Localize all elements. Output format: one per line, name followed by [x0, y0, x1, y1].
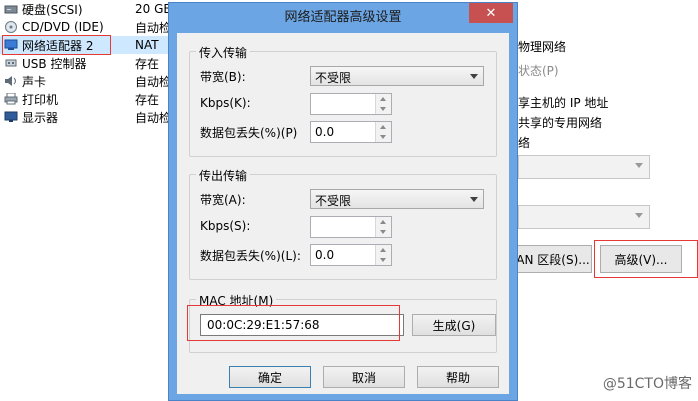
device-summary: 存在 [135, 56, 160, 71]
incoming-bandwidth-value: 不受限 [315, 71, 352, 85]
chevron-down-icon [470, 197, 478, 202]
network-advanced-dialog: 网络适配器高级设置 ✕ 传入传输 带宽(B): 不受限 Kbps(K): 数据包… [168, 2, 518, 401]
spin-down-icon[interactable] [376, 132, 391, 142]
device-summary: 自动检 [135, 20, 172, 35]
chevron-down-icon [635, 163, 643, 168]
device-name: USB 控制器 [22, 56, 87, 71]
chevron-down-icon [635, 213, 643, 218]
incoming-loss-label: 数据包丢失(%)(P) [200, 126, 298, 140]
incoming-group: 传入传输 带宽(B): 不受限 Kbps(K): 数据包丢失(%)(P) 0.0 [189, 44, 497, 157]
device-row-printer[interactable]: 打印机 存在 [0, 90, 178, 108]
device-name: 硬盘(SCSI) [22, 2, 83, 17]
outgoing-bandwidth-value: 不受限 [315, 194, 352, 208]
cd-dvd-icon [5, 21, 17, 33]
incoming-loss-value: 0.0 [315, 125, 335, 139]
incoming-legend: 传入传输 [196, 44, 251, 61]
outgoing-loss-value: 0.0 [315, 248, 335, 262]
device-row-display[interactable]: 显示器 自动检 [0, 108, 178, 126]
help-button[interactable]: 帮助 [417, 366, 499, 388]
device-name: 打印机 [22, 92, 59, 107]
spin-down-icon[interactable] [376, 227, 391, 237]
close-icon: ✕ [485, 5, 497, 21]
cancel-button[interactable]: 取消 [323, 366, 405, 388]
close-button[interactable]: ✕ [469, 3, 513, 23]
network-combo-1[interactable] [518, 155, 650, 179]
printer-icon [4, 93, 18, 105]
network-combo-2[interactable] [518, 205, 650, 229]
dialog-title: 网络适配器高级设置 [284, 10, 402, 25]
usb-controller-icon [5, 59, 17, 67]
highlight-box-network-adapter [2, 35, 111, 55]
chevron-down-icon [470, 74, 478, 79]
spin-down-icon[interactable] [376, 255, 391, 265]
sound-card-icon [5, 76, 16, 86]
outgoing-legend: 传出传输 [196, 167, 251, 184]
highlight-box-advanced [594, 240, 698, 278]
outgoing-kbps-label: Kbps(S): [200, 219, 251, 233]
device-name: 声卡 [22, 74, 47, 89]
state-option: 状态(P) [518, 64, 559, 78]
hard-disk-icon [4, 5, 18, 14]
incoming-loss-input[interactable]: 0.0 [310, 121, 392, 143]
lan-segment-button[interactable]: AN 区段(S)... [514, 245, 592, 273]
host-ip-option[interactable]: 享主机的 IP 地址 [518, 94, 608, 111]
private-network-option[interactable]: 共享的专用网络 [518, 114, 602, 131]
device-row-cd-dvd[interactable]: CD/DVD (IDE) 自动检 [0, 18, 178, 36]
device-summary: 存在 [135, 92, 160, 107]
dialog-client: 传入传输 带宽(B): 不受限 Kbps(K): 数据包丢失(%)(P) 0.0… [177, 33, 509, 394]
incoming-kbps-input[interactable] [310, 93, 392, 115]
device-row-hard-disk[interactable]: 硬盘(SCSI) 20 GB [0, 0, 178, 18]
incoming-bandwidth-select[interactable]: 不受限 [310, 66, 484, 86]
device-summary: NAT [135, 38, 159, 52]
device-summary: 自动检 [135, 74, 172, 89]
generate-button[interactable]: 生成(G) [412, 314, 496, 336]
ok-button[interactable]: 确定 [229, 366, 311, 388]
highlight-box-mac [187, 305, 400, 341]
device-summary: 自动检 [135, 110, 172, 125]
device-summary: 20 GB [135, 2, 172, 16]
device-name: 显示器 [22, 110, 59, 125]
incoming-kbps-label: Kbps(K): [200, 96, 251, 110]
device-row-sound-card[interactable]: 声卡 自动检 [0, 72, 178, 90]
watermark: @51CTO博客 [602, 376, 692, 392]
outgoing-bandwidth-label: 带宽(A): [200, 193, 246, 207]
outgoing-loss-label: 数据包丢失(%)(L): [200, 249, 301, 263]
device-row-usb-controller[interactable]: USB 控制器 存在 [0, 54, 178, 72]
outgoing-loss-input[interactable]: 0.0 [310, 244, 392, 266]
physical-network-option[interactable]: 物理网络 [518, 38, 566, 55]
outgoing-kbps-input[interactable] [310, 216, 392, 238]
incoming-bandwidth-label: 带宽(B): [200, 70, 246, 84]
outgoing-group: 传出传输 带宽(A): 不受限 Kbps(S): 数据包丢失(%)(L): 0.… [189, 167, 497, 280]
network-option-tail[interactable]: 络 [518, 134, 530, 151]
spin-down-icon[interactable] [376, 104, 391, 114]
display-icon [4, 111, 18, 122]
outgoing-bandwidth-select[interactable]: 不受限 [310, 189, 484, 209]
device-name: CD/DVD (IDE) [22, 20, 104, 34]
